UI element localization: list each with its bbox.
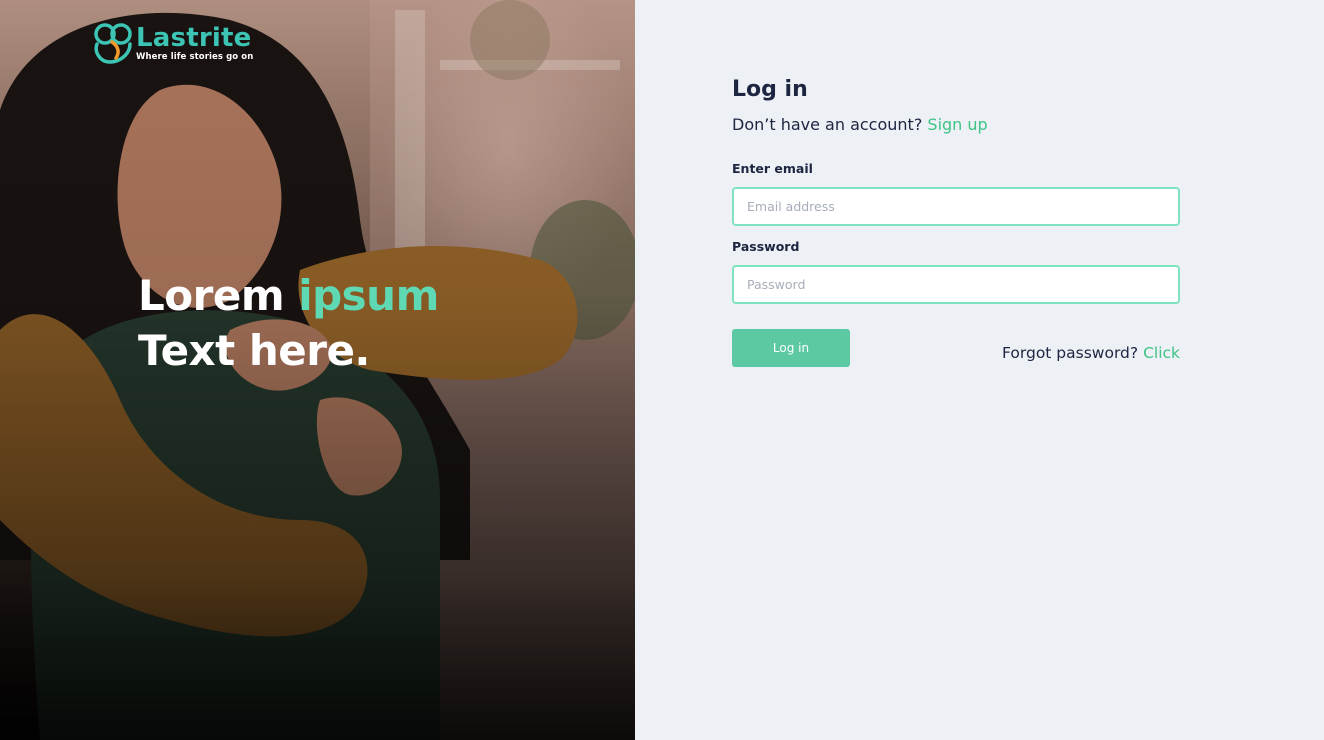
forgot-password-link[interactable]: Click	[1143, 344, 1180, 362]
brand-name: Lastrite	[136, 23, 252, 53]
signup-prompt-text: Don’t have an account?	[732, 115, 923, 134]
login-panel: Log in Don’t have an account? Sign up En…	[635, 0, 1324, 740]
page-title: Log in	[732, 77, 808, 102]
hero-headline: Lorem ipsum Text here.	[138, 268, 439, 378]
forgot-password: Forgot password? Click	[1002, 344, 1180, 362]
signup-prompt: Don’t have an account? Sign up	[732, 114, 1180, 136]
signup-link[interactable]: Sign up	[927, 115, 987, 134]
password-label: Password	[732, 239, 800, 254]
brand-logo[interactable]: Lastrite Where life stories go on	[92, 22, 253, 66]
logo-mark-icon	[94, 23, 132, 64]
email-label: Enter email	[732, 161, 813, 176]
brand-tagline: Where life stories go on	[136, 52, 254, 62]
logo-text: Lastrite Where life stories go on	[136, 22, 253, 62]
hero-panel: Lastrite Where life stories go on Lorem …	[0, 0, 635, 740]
login-form: Log in Don’t have an account? Sign up En…	[732, 74, 1180, 367]
login-button[interactable]: Log in	[732, 329, 850, 367]
hero-headline-line2: Text here.	[138, 326, 370, 375]
hero-headline-line1: Lorem ipsum	[138, 268, 439, 323]
password-field[interactable]	[732, 265, 1180, 304]
hero-headline-accent: ipsum	[298, 271, 439, 320]
hero-headline-word1: Lorem	[138, 271, 285, 320]
email-field[interactable]	[732, 187, 1180, 226]
form-actions: Log in Forgot password? Click	[732, 329, 1180, 367]
forgot-password-text: Forgot password?	[1002, 344, 1139, 362]
login-page: Lastrite Where life stories go on Lorem …	[0, 0, 1324, 740]
